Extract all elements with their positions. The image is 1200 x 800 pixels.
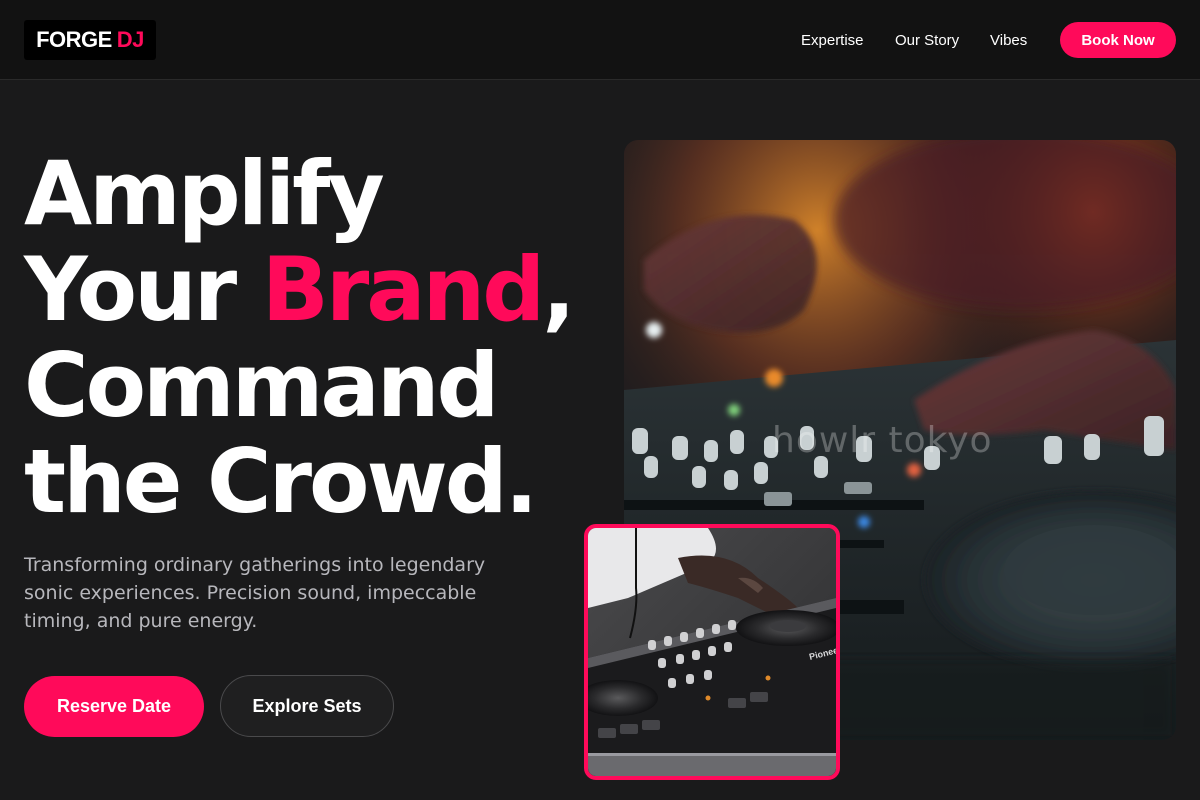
- reserve-date-button[interactable]: Reserve Date: [24, 676, 204, 737]
- headline-line-2-pre: Your: [24, 238, 262, 341]
- hero-headline: Amplify Your Brand, Command the Crowd.: [24, 146, 584, 530]
- dj-controller-photo: Pioneer: [588, 528, 836, 776]
- hero-subtitle: Transforming ordinary gatherings into le…: [24, 554, 486, 632]
- headline-line-3: Command: [24, 334, 499, 437]
- headline-accent-word: Brand: [261, 238, 545, 341]
- book-now-button[interactable]: Book Now: [1060, 22, 1176, 58]
- hero-inset-image: Pioneer: [584, 524, 840, 780]
- logo[interactable]: FORGE DJ: [24, 20, 156, 60]
- logo-accent: DJ: [116, 27, 145, 52]
- headline-line-1: Amplify: [24, 142, 385, 245]
- headline-line-2-post: ,: [542, 238, 575, 341]
- explore-sets-button[interactable]: Explore Sets: [220, 675, 394, 737]
- image-watermark: howlr tokyo: [772, 420, 993, 461]
- nav-item-our-story[interactable]: Our Story: [895, 32, 959, 49]
- nav-item-expertise[interactable]: Expertise: [801, 32, 864, 49]
- nav-item-vibes[interactable]: Vibes: [990, 32, 1027, 49]
- logo-primary: FORGE: [36, 27, 112, 52]
- headline-line-4: the Crowd.: [24, 430, 538, 533]
- site-header: FORGE DJ Expertise Our Story Vibes Book N…: [0, 0, 1200, 80]
